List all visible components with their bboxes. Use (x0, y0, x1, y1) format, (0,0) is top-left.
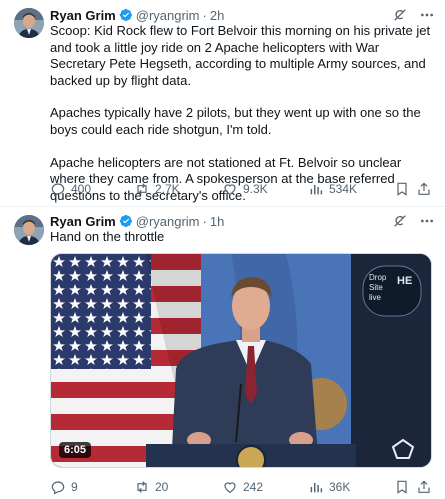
screen-text: live (369, 293, 382, 302)
repost-button[interactable]: 20 (134, 478, 168, 496)
video-duration: 6:05 (59, 442, 92, 458)
separator: · (202, 7, 207, 23)
tweet-paragraph: Apaches typically have 2 pilots, but the… (50, 105, 421, 137)
bookmark-icon (397, 480, 407, 494)
like-count: 9.3K (243, 182, 268, 196)
share-icon (418, 480, 430, 493)
screen-text: Drop (369, 273, 387, 282)
repost-count: 2.7K (155, 182, 180, 196)
screen-text: Site (369, 283, 383, 292)
tweet-paragraph: Hand on the throttle (50, 229, 165, 244)
repost-icon (137, 481, 147, 493)
verified-badge-icon (119, 214, 133, 228)
repost-count: 20 (155, 480, 169, 494)
tweet-text: Hand on the throttle (50, 229, 435, 246)
action-bar: 9 20 242 36K (50, 478, 431, 496)
tweet-header: Ryan Grim @ryangrim · 1h (50, 212, 435, 230)
repost-icon (137, 183, 147, 195)
share-button[interactable] (416, 478, 432, 496)
tweet-paragraph: Scoop: Kid Rock flew to Fort Belvoir thi… (50, 23, 431, 88)
video-player[interactable]: Drop Site live HE 6:05 (50, 253, 432, 468)
avatar[interactable] (14, 215, 44, 245)
tweet[interactable]: Ryan Grim @ryangrim · 2h Scoop: Kid Rock… (0, 0, 445, 207)
tweet-text: Scoop: Kid Rock flew to Fort Belvoir thi… (50, 23, 435, 204)
repost-button[interactable]: 2.7K (134, 180, 180, 198)
more-icon[interactable] (418, 212, 435, 229)
views-button[interactable]: 36K (308, 478, 350, 496)
author-name[interactable]: Ryan Grim (50, 214, 116, 229)
reply-button[interactable]: 9 (50, 478, 78, 496)
author-handle[interactable]: @ryangrim (136, 8, 200, 23)
grok-icon[interactable] (391, 6, 408, 23)
avatar[interactable] (14, 8, 44, 38)
like-icon (224, 482, 236, 494)
timestamp[interactable]: 2h (210, 8, 224, 23)
like-button[interactable]: 242 (222, 478, 263, 496)
like-count: 242 (243, 480, 264, 494)
bookmark-button[interactable] (394, 180, 410, 198)
reply-count: 400 (71, 182, 92, 196)
like-button[interactable]: 9.3K (222, 180, 268, 198)
tweet[interactable]: Ryan Grim @ryangrim · 1h Hand on the thr… (0, 207, 445, 499)
screen-text: HE (397, 275, 412, 287)
reply-button[interactable]: 400 (50, 180, 91, 198)
author-name[interactable]: Ryan Grim (50, 8, 116, 23)
views-icon (310, 483, 323, 493)
views-button[interactable]: 534K (308, 180, 357, 198)
share-icon (418, 182, 430, 195)
reply-icon (51, 481, 65, 495)
bookmark-button[interactable] (394, 478, 410, 496)
views-count: 36K (329, 480, 351, 494)
author-handle[interactable]: @ryangrim (136, 214, 200, 229)
like-icon (224, 184, 236, 196)
separator: · (202, 213, 207, 229)
more-icon[interactable] (418, 6, 435, 23)
verified-badge-icon (119, 8, 133, 22)
action-bar: 400 2.7K 9.3K 534K (50, 180, 431, 198)
reply-count: 9 (71, 480, 78, 494)
video-thumbnail: Drop Site live HE (51, 254, 431, 467)
grok-icon[interactable] (391, 212, 408, 229)
share-button[interactable] (416, 180, 432, 198)
bookmark-icon (397, 182, 407, 196)
timestamp[interactable]: 1h (210, 214, 224, 229)
views-icon (310, 185, 323, 195)
tweet-header: Ryan Grim @ryangrim · 2h (50, 6, 435, 24)
views-count: 534K (329, 182, 358, 196)
reply-icon (51, 183, 65, 197)
